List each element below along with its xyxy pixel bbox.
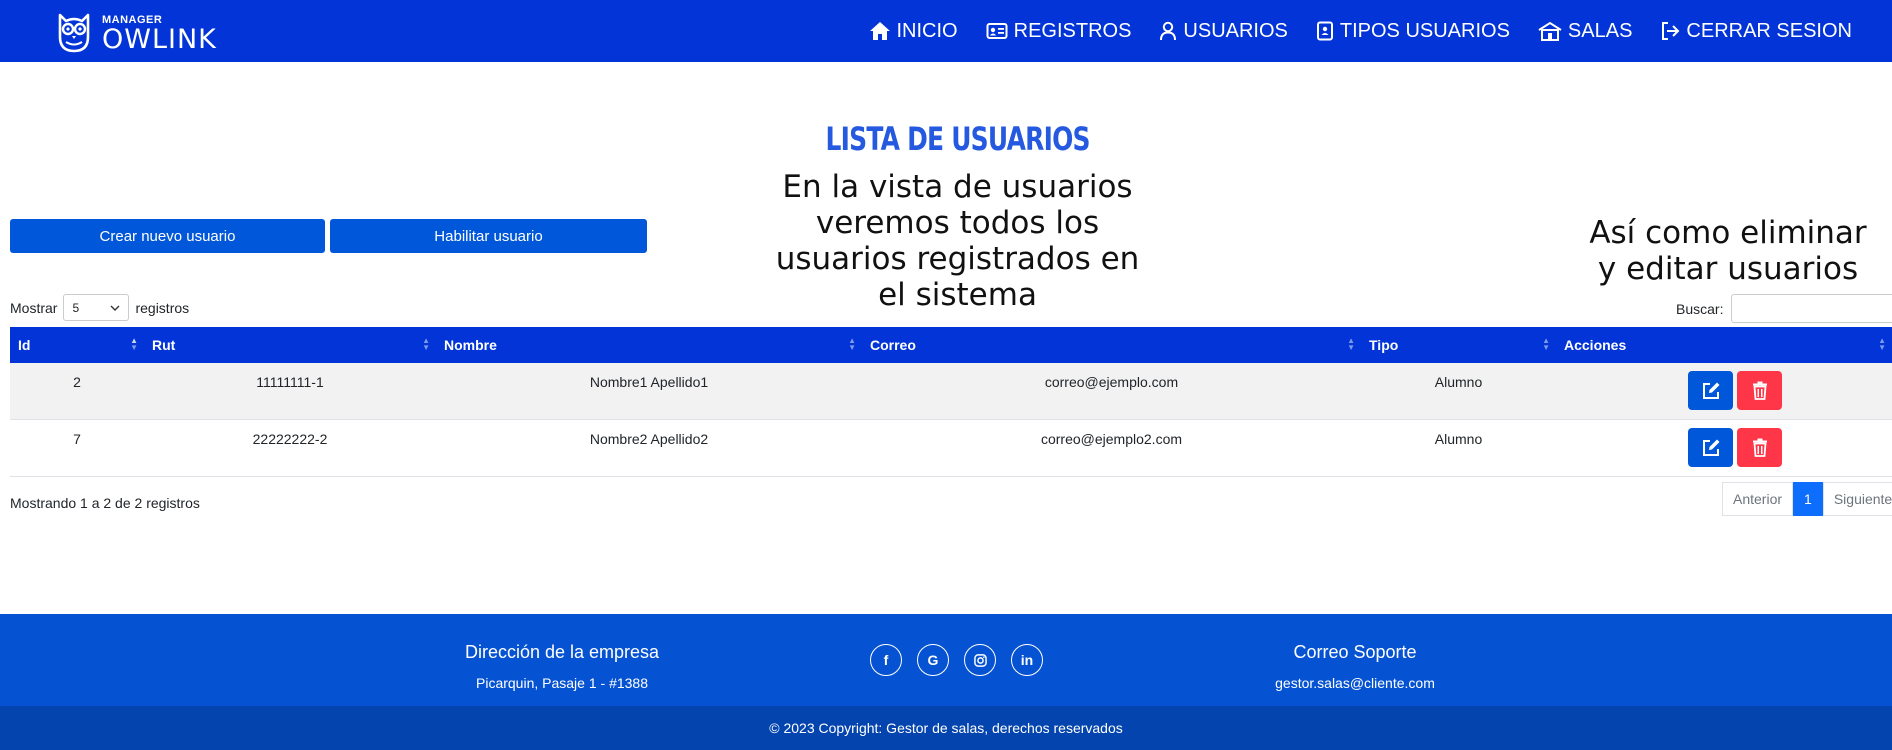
building-icon <box>1538 21 1562 41</box>
column-header-acciones[interactable]: Acciones ▲ ▼ <box>1556 327 1892 363</box>
brand-text: MANAGER OWLINK <box>102 14 217 54</box>
delete-button[interactable] <box>1737 371 1782 410</box>
edit-icon <box>1702 382 1719 399</box>
users-table: Id ▲ ▼ Rut ▲ ▼ Nombre ▲ ▼ Correo ▲ ▼ Tipo ▲ ▼… <box>10 327 1892 477</box>
sort-icon: ▲ ▼ <box>422 336 430 352</box>
column-header-tipo[interactable]: Tipo ▲ ▼ <box>1361 327 1556 363</box>
user-icon <box>1160 21 1177 41</box>
brand-title: OWLINK <box>102 24 217 55</box>
column-header-rut-label: Rut <box>152 337 176 353</box>
contact-book-icon <box>1316 21 1333 41</box>
footer-support-email[interactable]: gestor.salas@cliente.com <box>1205 675 1505 691</box>
sort-icon: ▲ ▼ <box>1542 336 1550 352</box>
footer-support-title: Correo Soporte <box>1293 642 1417 662</box>
pagination-previous[interactable]: Anterior <box>1722 482 1794 516</box>
nav-cerrar-sesion[interactable]: CERRAR SESION <box>1660 20 1852 43</box>
column-header-correo-label: Correo <box>870 337 916 353</box>
cell-rut: 22222222-2 <box>252 431 328 447</box>
footer-address-text: Picarquin, Pasaje 1 - #1388 <box>476 675 648 691</box>
footer-socials: f G in <box>870 644 1058 676</box>
footer-support: Correo Soporte gestor.salas@cliente.com <box>1205 642 1505 691</box>
home-icon <box>869 22 890 40</box>
nav-inicio[interactable]: INICIO <box>869 20 958 43</box>
column-header-nombre-label: Nombre <box>444 337 497 353</box>
nav-cerrar-sesion-label: CERRAR SESION <box>1686 19 1852 42</box>
length-prefix: Mostrar <box>10 299 58 316</box>
pagination-page-1[interactable]: 1 <box>1793 482 1823 516</box>
column-header-tipo-label: Tipo <box>1369 337 1399 353</box>
page-length-select[interactable]: 5 <box>63 294 130 321</box>
nav-usuarios[interactable]: USUARIOS <box>1159 19 1288 43</box>
page-title: LISTA DE USUARIOS <box>825 120 1090 158</box>
chevron-down-icon <box>110 305 120 311</box>
nav-tipos-usuarios-label: TIPOS USUARIOS <box>1339 19 1510 42</box>
nav-registros-label: REGISTROS <box>1013 19 1132 42</box>
footer-address-title: Dirección de la empresa <box>464 642 660 662</box>
column-header-acciones-label: Acciones <box>1564 337 1627 353</box>
cell-rut: 11111111-1 <box>256 374 324 390</box>
footer-address: Dirección de la empresa Picarquin, Pasaj… <box>412 642 712 691</box>
nav-usuarios-label: USUARIOS <box>1183 19 1288 42</box>
delete-button[interactable] <box>1737 428 1782 467</box>
annotation-note-left: En la vista de usuarios veremos todos lo… <box>775 169 1140 313</box>
column-header-correo[interactable]: Correo ▲ ▼ <box>862 327 1361 363</box>
facebook-icon[interactable]: f <box>870 644 902 676</box>
search-control: Buscar: <box>1676 294 1892 323</box>
owl-icon <box>58 13 90 53</box>
pagination: Anterior 1 Siguiente <box>1722 482 1892 516</box>
cell-correo: correo@ejemplo2.com <box>1040 431 1183 447</box>
page-length-value: 5 <box>72 300 80 315</box>
cell-correo: correo@ejemplo.com <box>1044 374 1179 390</box>
cell-id: 2 <box>73 374 81 390</box>
edit-button[interactable] <box>1688 428 1733 467</box>
main-nav: INICIO REGISTROS USUARIOS TIPOS USUARIOS… <box>841 0 1852 62</box>
page-length-control: Mostrar 5 registros <box>10 294 189 321</box>
create-user-button[interactable]: Crear nuevo usuario <box>10 219 325 253</box>
navbar: MANAGER OWLINK INICIO REGISTROS USUARIOS… <box>0 0 1892 62</box>
table-header: Id ▲ ▼ Rut ▲ ▼ Nombre ▲ ▼ Correo ▲ ▼ Tipo ▲ ▼… <box>10 327 1892 363</box>
table-row: 2 11111111-1 Nombre1 Apellido1 correo@ej… <box>10 363 1892 420</box>
column-header-nombre[interactable]: Nombre ▲ ▼ <box>436 327 862 363</box>
column-header-id[interactable]: Id ▲ ▼ <box>10 327 144 363</box>
id-card-icon <box>986 23 1008 39</box>
annotation-note-right: Así como eliminar y editar usuarios <box>1589 215 1867 287</box>
column-header-id-label: Id <box>18 337 31 353</box>
footer: Dirección de la empresa Picarquin, Pasaj… <box>0 614 1892 706</box>
sort-icon: ▲ ▼ <box>130 336 138 352</box>
sort-icon: ▲ ▼ <box>1878 336 1886 352</box>
table-row: 7 22222222-2 Nombre2 Apellido2 correo@ej… <box>10 420 1892 477</box>
cell-id: 7 <box>73 431 81 447</box>
search-label: Buscar: <box>1676 300 1724 317</box>
nav-inicio-label: INICIO <box>896 19 958 42</box>
cell-tipo: Alumno <box>1434 374 1483 390</box>
nav-salas-label: SALAS <box>1567 19 1633 42</box>
linkedin-icon[interactable]: in <box>1011 644 1043 676</box>
edit-icon <box>1702 439 1719 456</box>
trash-icon <box>1752 381 1767 400</box>
cell-tipo: Alumno <box>1434 431 1483 447</box>
instagram-icon[interactable] <box>964 644 996 676</box>
sort-icon: ▲ ▼ <box>848 336 856 352</box>
pagination-next[interactable]: Siguiente <box>1822 482 1892 516</box>
trash-icon <box>1752 438 1767 457</box>
footer-copyright: © 2023 Copyright: Gestor de salas, derec… <box>0 706 1892 750</box>
cell-nombre: Nombre2 Apellido2 <box>589 431 709 447</box>
logout-icon <box>1662 22 1680 40</box>
enable-user-button[interactable]: Habilitar usuario <box>330 219 647 253</box>
nav-tipos-usuarios[interactable]: TIPOS USUARIOS <box>1316 20 1510 43</box>
nav-registros[interactable]: REGISTROS <box>986 19 1132 43</box>
edit-button[interactable] <box>1688 371 1733 410</box>
column-header-rut[interactable]: Rut ▲ ▼ <box>144 327 436 363</box>
cell-nombre: Nombre1 Apellido1 <box>589 374 709 390</box>
google-icon[interactable]: G <box>917 644 949 676</box>
length-suffix: registros <box>135 299 190 316</box>
table-info: Mostrando 1 a 2 de 2 registros <box>10 495 200 511</box>
sort-icon: ▲ ▼ <box>1347 336 1355 352</box>
nav-salas[interactable]: SALAS <box>1538 20 1632 43</box>
search-input[interactable] <box>1731 294 1892 323</box>
brand-logo[interactable]: MANAGER OWLINK <box>56 6 216 56</box>
